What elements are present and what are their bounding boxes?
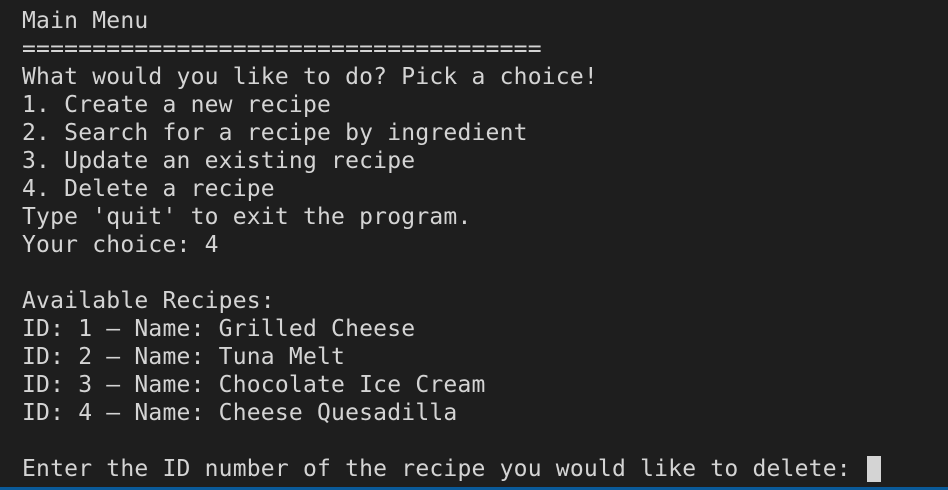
- menu-separator: =====================================: [22, 36, 542, 62]
- menu-option-update: 3. Update an existing recipe: [22, 148, 416, 174]
- delete-prompt: Enter the ID number of the recipe you wo…: [22, 456, 865, 482]
- recipe-item-2: ID: 2 – Name: Tuna Melt: [22, 344, 346, 370]
- menu-option-search: 2. Search for a recipe by ingredient: [22, 120, 528, 146]
- quit-hint: Type 'quit' to exit the program.: [22, 204, 472, 230]
- menu-option-delete: 4. Delete a recipe: [22, 176, 275, 202]
- recipe-item-1: ID: 1 – Name: Grilled Cheese: [22, 316, 416, 342]
- menu-prompt-question: What would you like to do? Pick a choice…: [22, 64, 598, 90]
- recipe-item-3: ID: 3 – Name: Chocolate Ice Cream: [22, 372, 486, 398]
- terminal-output: Main Menu ==============================…: [0, 0, 948, 490]
- text-cursor[interactable]: [866, 456, 881, 482]
- choice-line: Your choice: 4: [22, 232, 219, 258]
- delete-input-line[interactable]: Enter the ID number of the recipe you wo…: [22, 455, 948, 483]
- menu-title: Main Menu: [22, 8, 149, 34]
- recipes-header: Available Recipes:: [22, 288, 275, 314]
- menu-option-create: 1. Create a new recipe: [22, 92, 332, 118]
- recipe-item-4: ID: 4 – Name: Cheese Quesadilla: [22, 400, 458, 426]
